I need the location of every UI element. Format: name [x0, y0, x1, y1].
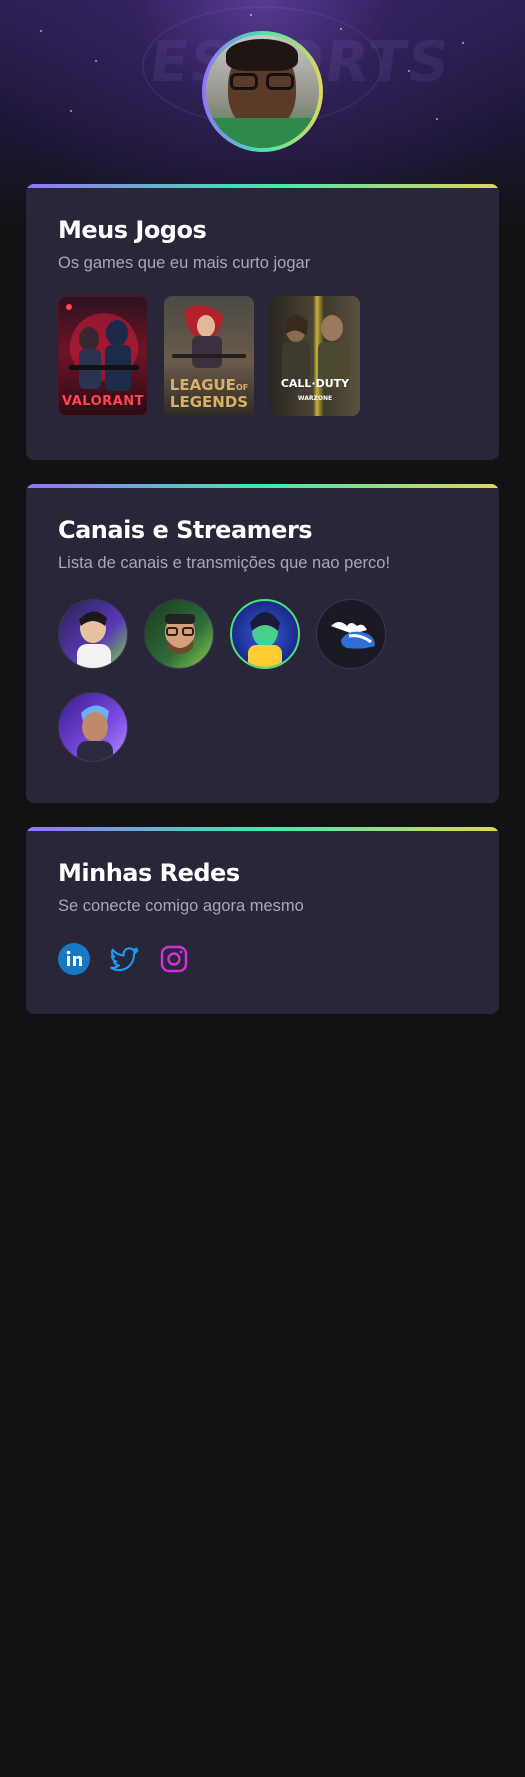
profile-photo: [206, 35, 319, 148]
cod-logo: CALL·DUTY WARZONE: [270, 376, 360, 404]
game-valorant[interactable]: VALORANT: [58, 296, 148, 416]
cod-logo-line1: CALL·DUTY: [280, 377, 350, 390]
streamers-card-subtitle: Lista de canais e transmições que nao pe…: [58, 554, 391, 572]
games-card: Meus Jogos Os games que eu mais curto jo…: [26, 184, 499, 460]
twitter-link[interactable]: [108, 943, 140, 975]
streamer-avatar-1[interactable]: [58, 599, 128, 669]
lol-logo-line1: LEAGUE: [169, 376, 236, 394]
streamer-5-art: [77, 705, 113, 761]
game-league-of-legends[interactable]: LEAGUEOF LEGENDS: [164, 296, 254, 416]
cod-logo-line2: WARZONE: [297, 395, 333, 402]
streamer-1-art: [77, 611, 111, 668]
streamer-3-art: [248, 612, 282, 667]
lol-logo-of: OF: [235, 383, 249, 392]
streamer-avatar-2[interactable]: [144, 599, 214, 669]
linkedin-icon: [58, 943, 90, 975]
social-card-title: Minhas Redes: [58, 859, 240, 887]
lol-logo: LEAGUEOF LEGENDS: [164, 378, 254, 410]
profile-avatar[interactable]: [202, 31, 323, 152]
valorant-logo: VALORANT: [62, 394, 144, 409]
streamer-avatar-3[interactable]: [230, 599, 300, 669]
social-card-subtitle: Se conecte comigo agora mesmo: [58, 897, 304, 915]
streamers-card-title: Canais e Streamers: [58, 516, 313, 544]
streamer-avatar-4[interactable]: [316, 599, 386, 669]
instagram-link[interactable]: [158, 943, 190, 975]
instagram-icon: [160, 945, 188, 973]
winged-shoe-icon: [331, 622, 375, 649]
linkedin-link[interactable]: [58, 943, 90, 975]
streamers-card: Canais e Streamers Lista de canais e tra…: [26, 484, 499, 803]
game-call-of-duty[interactable]: CALL·DUTY WARZONE: [270, 296, 360, 416]
social-card: Minhas Redes Se conecte comigo agora mes…: [26, 827, 499, 1014]
games-card-subtitle: Os games que eu mais curto jogar: [58, 254, 311, 272]
streamer-avatar-5[interactable]: [58, 692, 128, 762]
streamer-2-art: [165, 614, 195, 654]
lol-logo-line2: LEGENDS: [169, 393, 249, 411]
twitter-icon: [110, 947, 139, 972]
games-card-title: Meus Jogos: [58, 216, 207, 244]
